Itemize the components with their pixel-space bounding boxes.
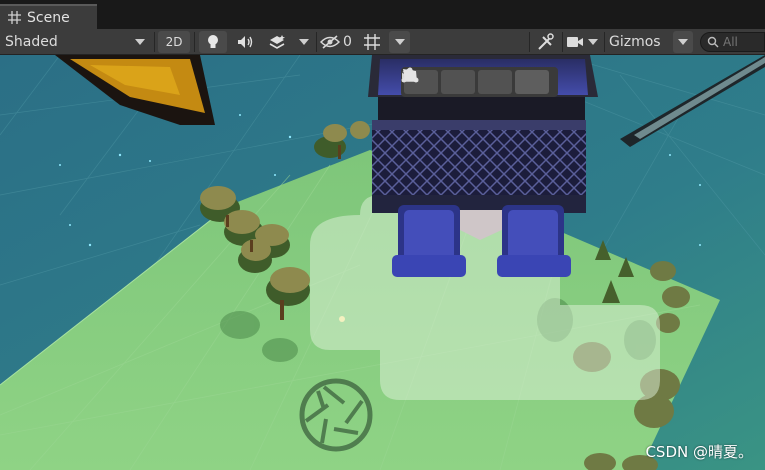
- eye-slash-icon: [320, 35, 340, 49]
- chevron-down-icon: [588, 39, 598, 45]
- lightbulb-icon: [208, 35, 218, 48]
- toggle-2d-button[interactable]: 2D: [158, 31, 190, 53]
- gizmos-dropdown[interactable]: [673, 31, 693, 53]
- search-input[interactable]: [723, 35, 763, 49]
- search-icon: [707, 36, 719, 48]
- effects-toggle-button[interactable]: [264, 31, 290, 53]
- grid-toggle-button[interactable]: [360, 31, 384, 53]
- chevron-down-icon: [394, 39, 405, 45]
- hidden-count: 0: [343, 34, 352, 50]
- gizmos-toggle[interactable]: Gizmos: [609, 31, 671, 53]
- tool-shape[interactable]: [403, 69, 549, 94]
- effects-dropdown[interactable]: [294, 31, 314, 53]
- camera-settings-button[interactable]: [566, 31, 602, 53]
- tab-label: Scene: [27, 9, 70, 26]
- chevron-down-icon: [135, 39, 145, 45]
- grid-icon: [8, 11, 21, 24]
- tool-pen[interactable]: [401, 67, 512, 94]
- scene-tools-overlay: [401, 67, 558, 97]
- lighting-toggle-button[interactable]: [199, 31, 227, 53]
- scene-viewport[interactable]: CSDN @晴夏。: [0, 55, 765, 470]
- gizmos-label: Gizmos: [609, 34, 661, 50]
- mode-2d-label: 2D: [165, 35, 183, 49]
- draw-mode-dropdown[interactable]: Shaded: [5, 31, 150, 53]
- draw-mode-label: Shaded: [5, 34, 58, 50]
- shape-icon: [403, 69, 417, 82]
- scene-render: [0, 55, 765, 470]
- tool-nodes[interactable]: [401, 67, 475, 94]
- search-field[interactable]: [700, 32, 765, 52]
- scene-visibility-button[interactable]: 0: [320, 31, 356, 53]
- chevron-down-icon: [678, 39, 688, 45]
- grid-snap-icon: [364, 34, 380, 50]
- tab-scene[interactable]: Scene: [0, 4, 97, 29]
- chevron-down-icon: [299, 39, 309, 45]
- speaker-icon: [238, 36, 253, 48]
- audio-toggle-button[interactable]: [232, 31, 260, 53]
- tools-icon: [538, 33, 554, 50]
- camera-icon: [567, 37, 583, 47]
- effects-icon: [269, 35, 285, 49]
- watermark-text: CSDN @晴夏。: [645, 443, 753, 461]
- tools-button[interactable]: [533, 31, 559, 53]
- scene-toolbar: Shaded 2D 0 Gizmos All: [0, 29, 765, 55]
- grid-dropdown[interactable]: [389, 31, 410, 53]
- tab-bar: Scene: [0, 0, 765, 29]
